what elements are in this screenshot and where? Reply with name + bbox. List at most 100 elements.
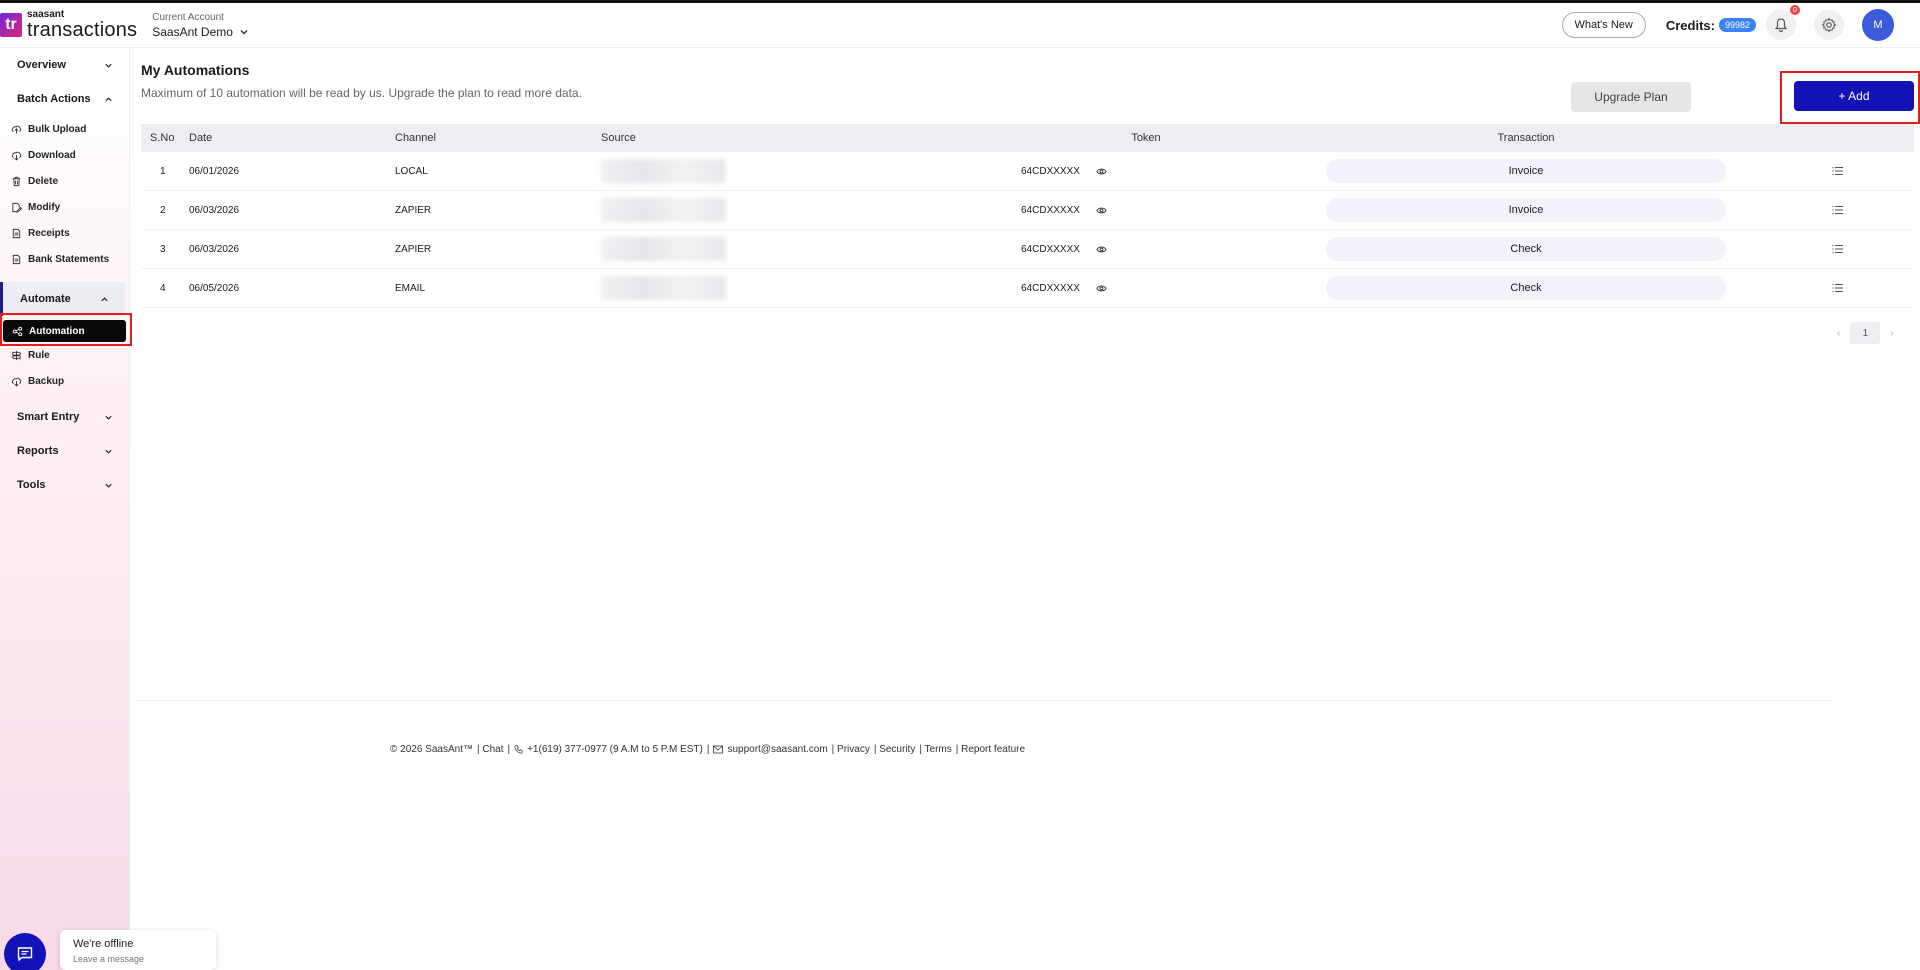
cell-source-redacted <box>601 276 726 300</box>
cloud-backup-icon <box>11 377 22 386</box>
sidebar-item-download[interactable]: Download <box>0 142 129 168</box>
chevron-down-icon <box>105 483 112 488</box>
whats-new-button[interactable]: What's New <box>1561 12 1646 38</box>
footer-chat-link[interactable]: | Chat <box>477 744 504 755</box>
credits-badge: 99982 <box>1718 18 1756 32</box>
list-menu-icon[interactable] <box>1832 283 1844 293</box>
user-avatar[interactable]: M <box>1862 9 1894 41</box>
highlight-automation-item <box>0 313 132 346</box>
sidebar-section-tools[interactable]: Tools <box>0 468 129 502</box>
cell-date: 06/01/2026 <box>189 165 240 177</box>
app-logo[interactable]: tr saasant transactions <box>0 3 137 47</box>
chat-launcher-button[interactable] <box>4 933 46 970</box>
credits-display: Credits: 99982 <box>1666 18 1756 33</box>
sidebar-item-bank-statements[interactable]: Bank Statements <box>0 246 129 272</box>
sidebar-item-delete[interactable]: Delete <box>0 168 129 194</box>
sidebar-item-label: Bank Statements <box>28 253 110 265</box>
cell-sno: 3 <box>160 243 166 255</box>
list-menu-icon[interactable] <box>1832 205 1844 215</box>
cell-date: 06/03/2026 <box>189 204 240 216</box>
chevron-down-icon <box>105 449 112 454</box>
notification-count-badge: 0 <box>1790 5 1800 15</box>
document-icon <box>12 254 21 264</box>
add-automation-button[interactable]: + Add <box>1794 81 1914 111</box>
cell-channel: ZAPIER <box>395 204 432 216</box>
footer-privacy-link[interactable]: | Privacy <box>832 744 870 755</box>
chevron-up-icon <box>105 96 112 101</box>
footer-divider <box>135 700 1835 701</box>
account-name: SaasAnt Demo <box>152 24 233 39</box>
credits-label: Credits: <box>1665 17 1715 33</box>
sidebar-item-label: Backup <box>28 375 65 387</box>
chat-offline-card[interactable]: We're offline Leave a message <box>60 930 216 970</box>
sidebar-item-label: Modify <box>28 201 61 213</box>
download-icon <box>11 151 22 160</box>
next-page-icon[interactable]: › <box>1890 328 1893 339</box>
notifications-button[interactable]: 0 <box>1766 5 1800 40</box>
account-label: Current Account <box>152 11 224 23</box>
cell-token: 64CDXXXXX <box>1021 282 1080 294</box>
list-menu-icon[interactable] <box>1832 166 1844 176</box>
footer-copyright: © 2026 SaasAnt™ <box>390 744 473 755</box>
sidebar-section-label: Smart Entry <box>17 411 80 423</box>
table-header: S.No Date Channel Source Token Transacti… <box>141 124 1914 152</box>
page-number[interactable]: 1 <box>1850 322 1881 344</box>
chevron-down-icon <box>240 29 248 34</box>
cell-source-redacted <box>601 198 726 222</box>
cell-channel: EMAIL <box>395 282 426 294</box>
sidebar-item-receipts[interactable]: Receipts <box>0 220 129 246</box>
top-header: tr saasant transactions Current Account … <box>0 0 1920 48</box>
logo-mark: tr <box>0 13 22 37</box>
sidebar: Overview Batch Actions Bulk Upload Downl… <box>0 48 130 970</box>
cell-sno: 4 <box>160 282 166 294</box>
sidebar-section-smart-entry[interactable]: Smart Entry <box>0 400 129 434</box>
header-sno: S.No <box>150 132 175 144</box>
logo-big-text: transactions <box>27 19 138 41</box>
sidebar-section-label: Overview <box>17 59 66 71</box>
sidebar-section-automate[interactable]: Automate <box>0 282 125 316</box>
eye-icon[interactable] <box>1096 283 1107 294</box>
eye-icon[interactable] <box>1096 244 1107 255</box>
footer-phone: +1(619) 377-0977 (9 A.M to 5 P.M EST) <box>527 744 703 755</box>
prev-page-icon[interactable]: ‹ <box>1837 328 1840 339</box>
phone-icon <box>514 745 523 754</box>
transaction-pill: Invoice <box>1326 198 1726 222</box>
header-transaction: Transaction <box>1497 132 1555 144</box>
table-row: 4 06/05/2026 EMAIL 64CDXXXXX Check <box>141 269 1914 308</box>
bell-icon <box>1774 18 1788 33</box>
sidebar-section-batch-actions[interactable]: Batch Actions <box>0 82 129 116</box>
transaction-pill: Check <box>1326 276 1726 300</box>
table-row: 1 06/01/2026 LOCAL 64CDXXXXX Invoice <box>141 152 1914 191</box>
sidebar-item-label: Rule <box>28 349 50 361</box>
list-menu-icon[interactable] <box>1832 244 1844 254</box>
sidebar-section-label: Batch Actions <box>17 93 91 105</box>
eye-icon[interactable] <box>1096 166 1107 177</box>
settings-button[interactable] <box>1814 10 1844 40</box>
chevron-down-icon <box>105 415 112 420</box>
sidebar-item-backup[interactable]: Backup <box>0 368 129 394</box>
cell-channel: ZAPIER <box>395 243 432 255</box>
footer-email[interactable]: support@saasant.com <box>727 744 827 755</box>
upload-icon <box>11 125 22 134</box>
sidebar-item-label: Delete <box>28 175 59 187</box>
sidebar-item-label: Bulk Upload <box>28 123 87 135</box>
sidebar-item-modify[interactable]: Modify <box>0 194 129 220</box>
mail-icon <box>713 745 724 754</box>
cell-date: 06/05/2026 <box>189 282 240 294</box>
cell-sno: 1 <box>160 165 166 177</box>
footer-security-link[interactable]: | Security <box>874 744 916 755</box>
pagination: ‹ 1 › <box>1837 322 1894 344</box>
sidebar-section-reports[interactable]: Reports <box>0 434 129 468</box>
upgrade-plan-button[interactable]: Upgrade Plan <box>1571 82 1691 112</box>
account-switcher[interactable]: Current Account SaasAnt Demo <box>152 12 249 39</box>
cell-date: 06/03/2026 <box>189 243 240 255</box>
sidebar-section-overview[interactable]: Overview <box>0 48 129 82</box>
footer-report-link[interactable]: | Report feature <box>956 744 1025 755</box>
cell-source-redacted <box>601 159 726 183</box>
chevron-down-icon <box>105 63 112 68</box>
eye-icon[interactable] <box>1096 205 1107 216</box>
footer-terms-link[interactable]: | Terms <box>919 744 951 755</box>
cell-token: 64CDXXXXX <box>1021 243 1080 255</box>
sidebar-item-bulk-upload[interactable]: Bulk Upload <box>0 116 129 142</box>
chat-offline-title: We're offline <box>73 938 134 950</box>
